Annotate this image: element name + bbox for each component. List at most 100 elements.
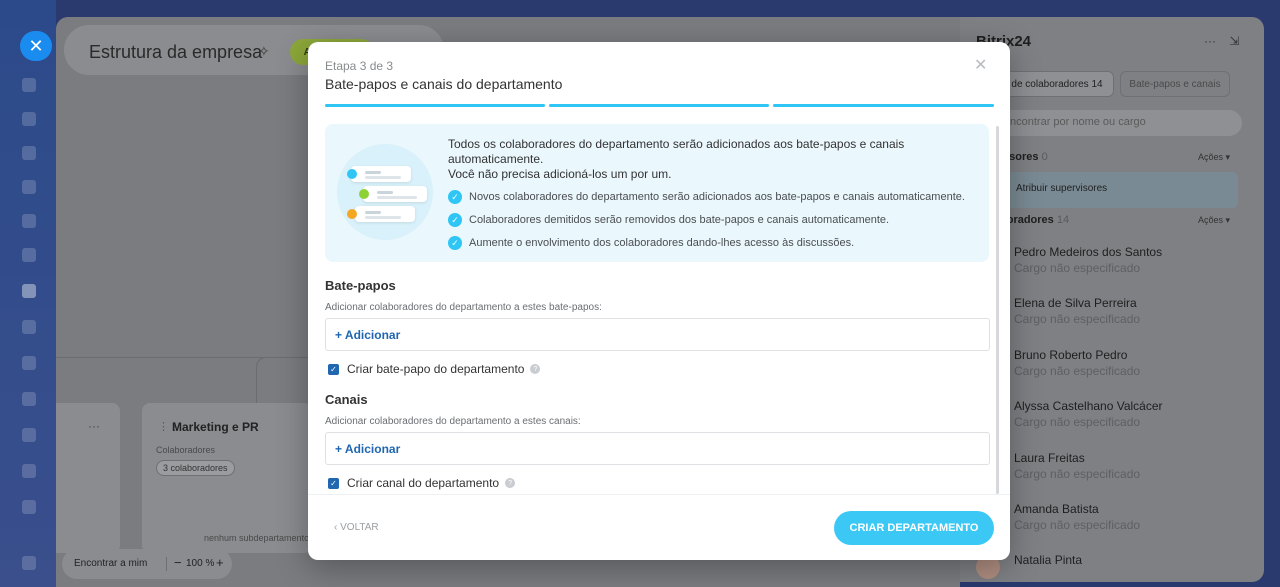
pin-icon[interactable]: ✧ [258,43,270,60]
employee-list-item[interactable]: Amanda Batista Cargo não especificado [1014,502,1140,532]
create-channel-checkbox[interactable]: ✓ [328,477,339,489]
illustration-line [377,191,393,194]
close-icon[interactable]: ✕ [20,31,52,61]
scrollbar[interactable] [996,126,999,494]
back-button[interactable]: ‹ VOLTAR [334,522,379,533]
info-lead-text: Todos os colaboradores do departamento s… [448,137,905,166]
create-department-button[interactable]: CRIAR DEPARTAMENTO [834,511,994,545]
chats-subtitle: Adicionar colaboradores do departamento … [325,302,602,313]
zoom-in-button[interactable]: + [216,555,224,570]
rail-nav-icon[interactable] [22,214,36,228]
rail-nav-icon[interactable] [22,320,36,334]
progress-segment [549,104,769,107]
employee-role: Cargo não especificado [1014,415,1141,429]
page-title: Estrutura da empresa [89,42,263,62]
create-chat-checkbox[interactable]: ✓ [328,363,339,375]
employee-list-item[interactable]: Pedro Medeiros dos Santos Cargo não espe… [1014,245,1162,275]
card-title: Marketing e PR [172,420,259,434]
employee-list-item[interactable]: Natalia Pinta [1014,553,1082,567]
rail-nav-icon[interactable] [22,112,36,126]
create-chat-checkbox-row[interactable]: ✓ Criar bate-papo do departamento ? [328,362,541,376]
dialog-title: Bate-papos e canais do departamento [325,76,563,92]
info-item: ✓ Colaboradores demitidos serão removido… [448,213,889,227]
rail-nav-icon[interactable] [22,392,36,406]
employees-heading: boradores 14 [1000,214,1069,226]
check-circle-icon: ✓ [448,190,462,204]
search-input[interactable]: ncontrar por nome ou cargo [1000,110,1242,136]
help-icon[interactable]: ? [530,364,541,374]
illustration-line [365,171,381,174]
zoom-bar: Encontrar a mim − 100 % + [62,549,232,579]
rail-nav-icon[interactable] [22,248,36,262]
dialog-footer: ‹ VOLTAR CRIAR DEPARTAMENTO [308,494,1010,560]
step-indicator: Etapa 3 de 3 [325,59,394,73]
sidebar-actions: ··· ⇲ [1204,34,1239,48]
rail-nav-icon[interactable] [22,146,36,160]
rail-nav-icon[interactable] [22,428,36,442]
tab-colaboradores[interactable]: de colaboradores 14 [1000,71,1114,97]
create-department-dialog: Etapa 3 de 3 Bate-papos e canais do depa… [308,42,1010,560]
employee-role: Cargo não especificado [1014,467,1141,481]
org-connector [256,357,316,403]
zoom-out-button[interactable]: − [174,555,182,570]
channels-subtitle: Adicionar colaboradores do departamento … [325,416,581,427]
more-icon[interactable]: ··· [88,419,100,433]
chats-selector[interactable]: + Adicionar [325,318,990,351]
info-lead: Todos os colaboradores do departamento s… [448,137,968,182]
employee-list-item[interactable]: Elena de Silva Perreira Cargo não especi… [1014,296,1140,326]
employee-name: Bruno Roberto Pedro [1014,348,1128,362]
employee-list-item[interactable]: Bruno Roberto Pedro Cargo não especifica… [1014,348,1140,378]
department-card-marketing[interactable]: ⋮⋮ Marketing e PR Colaboradores 3 colabo… [142,403,312,553]
progress-segment [325,104,545,107]
info-item: ✓ Aumente o envolvimento dos colaborador… [448,236,854,250]
chevron-down-icon: ▾ [1225,215,1231,225]
info-item-text: Aumente o envolvimento dos colaboradores… [469,237,855,249]
rail-nav-icon[interactable] [22,180,36,194]
add-chat-button[interactable]: + Adicionar [335,328,400,342]
illustration-dot [347,209,357,219]
more-icon[interactable]: ··· [1204,34,1216,48]
find-me-button[interactable]: Encontrar a mim [74,558,147,569]
illustration-line [365,176,401,179]
tab-chats-channels[interactable]: Bate-papos e canais [1120,71,1230,97]
illustration-line [365,211,381,214]
rail-nav-icon[interactable] [22,356,36,370]
department-card[interactable]: ··· [56,403,120,553]
employee-role: Cargo não especificado [1014,518,1141,532]
employee-count-badge[interactable]: 3 colaboradores [156,460,235,476]
close-icon[interactable]: ✕ [974,55,987,75]
employee-list-item[interactable]: Alyssa Castelhano Valcácer Cargo não esp… [1014,399,1163,429]
create-channel-checkbox-row[interactable]: ✓ Criar canal do departamento ? [328,476,516,490]
progress-segment [773,104,994,107]
employee-role: Cargo não especificado [1014,312,1141,326]
rail-nav-icon[interactable] [22,556,36,570]
info-item: ✓ Novos colaboradores do departamento se… [448,190,965,204]
add-channel-button[interactable]: + Adicionar [335,442,400,456]
supervisors-actions-menu[interactable]: Ações ▾ [1198,152,1230,163]
create-channel-label: Criar canal do departamento [347,476,500,490]
illustration-card [355,206,415,222]
create-chat-label: Criar bate-papo do departamento [347,362,525,376]
rail-nav-icon[interactable] [22,500,36,514]
check-circle-icon: ✓ [448,236,462,250]
employee-role: Cargo não especificado [1014,261,1141,275]
actions-label: Ações [1198,152,1224,162]
illustration-card [351,166,411,182]
left-rail: ✕ [0,0,56,587]
rail-nav-icon[interactable] [22,464,36,478]
employee-list-item[interactable]: Laura Freitas Cargo não especificado [1014,451,1140,481]
check-circle-icon: ✓ [448,213,462,227]
employee-name: Pedro Medeiros dos Santos [1014,245,1163,259]
channels-heading: Canais [325,392,368,407]
employee-name: Natalia Pinta [1014,553,1083,567]
collapse-icon[interactable]: ⇲ [1229,34,1239,48]
employee-name: Amanda Batista [1014,502,1099,516]
zoom-level: 100 % [186,558,215,569]
employees-actions-menu[interactable]: Ações ▾ [1198,215,1230,226]
help-icon[interactable]: ? [505,478,516,488]
assign-supervisors-button[interactable]: Atribuir supervisores [1000,172,1238,208]
channels-selector[interactable]: + Adicionar [325,432,990,465]
rail-nav-icon[interactable] [22,78,36,92]
dialog-body: Todos os colaboradores do departamento s… [308,122,1010,494]
rail-nav-icon[interactable] [22,284,36,298]
